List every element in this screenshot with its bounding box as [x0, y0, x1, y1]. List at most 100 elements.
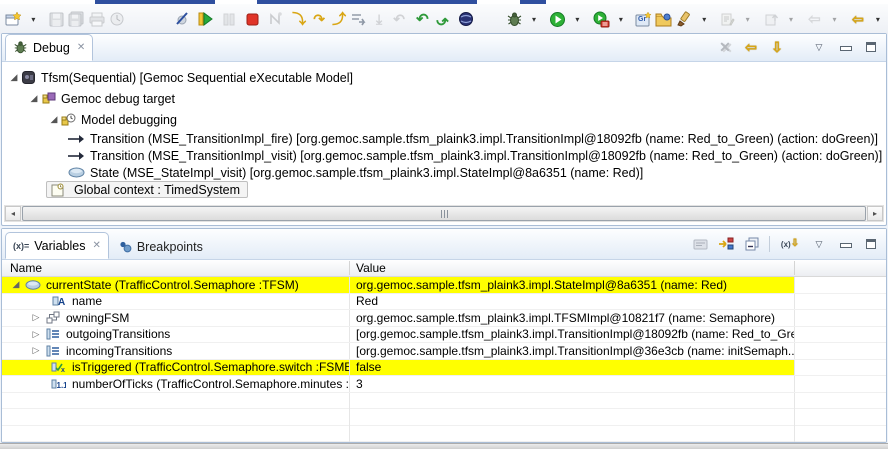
new-wizard-button[interactable] — [3, 7, 23, 31]
pause-button[interactable] — [219, 7, 239, 31]
back-disabled-dropdown[interactable]: ▾ — [824, 7, 844, 31]
column-resize-handle[interactable] — [794, 261, 795, 275]
variables-view-menu-button[interactable]: ▽ — [810, 235, 828, 253]
selected-tree-item[interactable]: Global context : TimedSystem — [46, 181, 248, 198]
column-header-value[interactable]: Value — [356, 261, 386, 275]
tree-row-transition-fire[interactable]: Transition (MSE_TransitionImpl_fire) [or… — [2, 130, 886, 147]
tab-debug[interactable]: Debug ✕ — [5, 34, 93, 61]
scroll-right-button[interactable]: ▸ — [867, 206, 883, 221]
step-over-button[interactable]: ↷ — [309, 7, 329, 31]
expander-icon[interactable]: ▷ — [30, 329, 42, 340]
collapse-all-icon — [745, 237, 759, 251]
back-dropdown[interactable]: ▾ — [868, 7, 888, 31]
next-annotation-dropdown[interactable]: ▾ — [781, 7, 801, 31]
collapse-all-button[interactable] — [743, 235, 761, 253]
run-last-button[interactable] — [591, 7, 611, 31]
variable-row-incomingTransitions[interactable]: ▷ incomingTransitions [org.gemoc.sample.… — [2, 343, 886, 360]
yellow-back-arrow-icon: ⇦ — [745, 40, 757, 54]
variable-row-isTriggered[interactable]: x isTriggered (TrafficControl.Semaphore.… — [2, 360, 886, 377]
expander-icon[interactable]: ◢ — [48, 114, 60, 125]
debug-globe-button[interactable] — [456, 7, 476, 31]
run-button[interactable] — [547, 7, 567, 31]
debug-horizontal-scrollbar[interactable]: ◂ ▸ — [4, 205, 884, 222]
expander-icon[interactable]: ◢ — [8, 72, 20, 83]
tab-breakpoints-label: Breakpoints — [137, 240, 203, 254]
disconnect-button[interactable] — [266, 7, 286, 31]
variables-grid: Name Value ◢ currentState (TrafficContro… — [2, 260, 886, 442]
debug-button[interactable] — [504, 7, 524, 31]
expander-icon[interactable]: ▷ — [30, 345, 42, 356]
scrollbar-thumb[interactable] — [22, 206, 866, 221]
debug-maximize-button[interactable] — [862, 38, 880, 56]
save-button[interactable] — [47, 7, 67, 31]
resume-button[interactable] — [195, 7, 215, 31]
tree-row-global-context[interactable]: Global context : TimedSystem — [2, 181, 886, 198]
variable-row-currentState[interactable]: ◢ currentState (TrafficControl.Semaphore… — [2, 277, 886, 294]
variables-minimize-button[interactable] — [836, 235, 854, 253]
global-context-icon — [49, 182, 66, 197]
tree-row-label: State (MSE_StateImpl_visit) [org.gemoc.s… — [90, 166, 643, 180]
step-into-button[interactable]: ⤵ — [289, 7, 309, 31]
open-folder-button[interactable] — [654, 7, 674, 31]
step-back-into-button[interactable]: ⇦ — [742, 38, 760, 56]
variable-row-owningFSM[interactable]: ▷ owningFSM org.gemoc.sample.tfsm_plaink… — [2, 310, 886, 327]
watch-expression-button[interactable]: (x) ⇩ — [778, 235, 802, 253]
variables-maximize-button[interactable] — [862, 235, 880, 253]
scroll-left-button[interactable]: ◂ — [5, 206, 21, 221]
run-last-dropdown[interactable]: ▾ — [611, 7, 631, 31]
column-header-name[interactable]: Name — [10, 261, 42, 275]
paintbrush-dropdown[interactable]: ▾ — [694, 7, 714, 31]
debug-dropdown[interactable]: ▾ — [524, 7, 544, 31]
debug-view-menu-button[interactable]: ▽ — [810, 38, 828, 56]
back-button[interactable]: ⇦ — [848, 7, 868, 31]
minimize-icon — [840, 43, 850, 52]
tab-breakpoints[interactable]: Breakpoints — [109, 235, 213, 259]
show-logical-structure-button[interactable] — [717, 235, 735, 253]
show-type-names-button[interactable] — [691, 235, 709, 253]
chevron-down-icon: ▾ — [530, 15, 538, 24]
debug-minimize-button[interactable] — [836, 38, 854, 56]
tree-row-model-debugging[interactable]: ◢ Model debugging — [2, 109, 886, 130]
expander-icon[interactable]: ▷ — [30, 312, 42, 323]
expander-icon[interactable]: ◢ — [28, 93, 40, 104]
step-forward-icon: ↷ — [436, 12, 449, 27]
next-annotation-button[interactable] — [761, 7, 781, 31]
tab-variables[interactable]: (x)= Variables ✕ — [5, 232, 109, 259]
step-filters-button[interactable] — [349, 7, 369, 31]
tab-variables-close-icon[interactable]: ✕ — [92, 240, 100, 251]
new-gemoc-project-button[interactable]: Gr — [634, 7, 654, 31]
variable-row-outgoingTransitions[interactable]: ▷ outgoingTransitions [org.gemoc.sample.… — [2, 327, 886, 344]
step-backward-button[interactable]: ↶ — [412, 7, 432, 31]
column-resize-handle[interactable] — [349, 261, 350, 275]
minimize-icon — [840, 240, 850, 249]
step-return-button[interactable]: ⤴ — [329, 7, 349, 31]
paintbrush-button[interactable] — [674, 7, 694, 31]
terminate-button[interactable] — [242, 7, 262, 31]
debug-tab-bug-icon — [13, 40, 28, 55]
tree-row-launch[interactable]: ◢ Tfsm(Sequential) [Gemoc Sequential eXe… — [2, 67, 886, 88]
drop-to-frame-button[interactable]: ⤓ — [369, 7, 389, 31]
variable-row-name[interactable]: A name Red — [2, 294, 886, 311]
variable-row-numberOfTicks[interactable]: 1.1 numberOfTicks (TrafficControl.Semaph… — [2, 376, 886, 393]
back-disabled-button[interactable]: ⇦ — [804, 7, 824, 31]
mark-occurrences-button[interactable] — [718, 7, 738, 31]
new-wizard-dropdown[interactable]: ▾ — [23, 7, 43, 31]
tree-row-state-visit[interactable]: State (MSE_StateImpl_visit) [org.gemoc.s… — [2, 164, 886, 181]
clock-button[interactable] — [107, 7, 127, 31]
step-forward-button[interactable]: ↷ — [432, 7, 452, 31]
print-button[interactable] — [87, 7, 107, 31]
step-forward-over-button[interactable]: ⇩ — [768, 38, 786, 56]
mark-occurrences-icon — [720, 12, 735, 27]
tree-row-debug-target[interactable]: ◢ Gemoc debug target — [2, 88, 886, 109]
tab-debug-close-icon[interactable]: ✕ — [77, 42, 85, 53]
remove-all-terminated-button[interactable]: ✕ — [716, 38, 734, 56]
save-all-button[interactable] — [67, 7, 87, 31]
skip-all-breakpoints-button[interactable] — [172, 7, 192, 31]
tree-row-transition-visit[interactable]: Transition (MSE_TransitionImpl_visit) [o… — [2, 147, 886, 164]
mark-occurrences-dropdown[interactable]: ▾ — [738, 7, 758, 31]
step-backward-disabled-button[interactable]: ↶ — [389, 7, 409, 31]
expander-icon[interactable]: ◢ — [10, 279, 22, 290]
run-dropdown[interactable]: ▾ — [567, 7, 587, 31]
next-annotation-icon — [764, 12, 779, 27]
skip-all-breakpoints-icon — [174, 11, 190, 27]
